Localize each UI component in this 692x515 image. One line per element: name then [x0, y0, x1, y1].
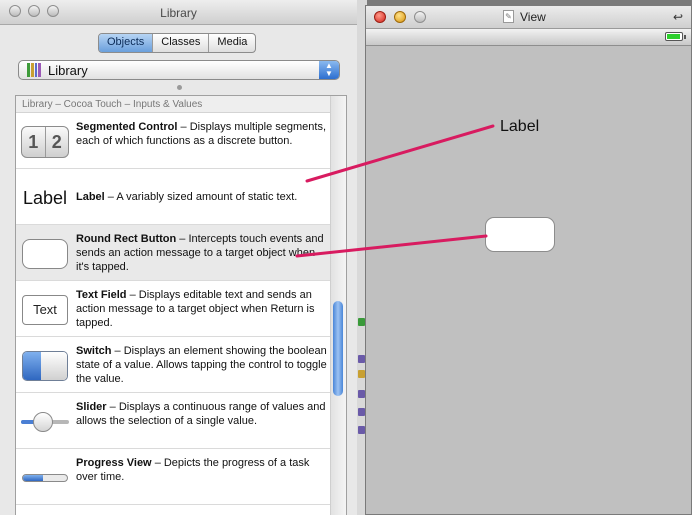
return-arrow-icon[interactable]: ↩ — [673, 10, 683, 24]
list-item-switch[interactable]: Switch – Displays an element showing the… — [16, 337, 346, 393]
background-icon — [358, 408, 365, 416]
library-popup[interactable]: Library ▲ ▼ — [18, 60, 340, 80]
close-button[interactable] — [374, 11, 386, 23]
round-rect-button-icon — [21, 237, 69, 271]
list-item-segmented-control[interactable]: 12 Segmented Control – Displays multiple… — [16, 113, 346, 169]
tab-objects[interactable]: Objects — [99, 34, 153, 52]
list-item-text: Segmented Control – Displays multiple se… — [76, 120, 328, 148]
view-title: View — [520, 10, 546, 24]
library-titlebar: Library — [0, 0, 357, 25]
minimize-button[interactable] — [394, 11, 406, 23]
text-field-icon: Text — [21, 293, 69, 327]
canvas-label[interactable]: Label — [500, 118, 539, 136]
item-title: Slider — [76, 401, 107, 413]
background-icon — [358, 390, 365, 398]
scrollbar-thumb[interactable] — [333, 301, 343, 396]
item-title: Switch — [76, 345, 112, 357]
segmented-control-icon: 12 — [21, 125, 69, 159]
list-item-text: Switch – Displays an element showing the… — [76, 344, 328, 386]
progress-view-icon — [21, 461, 69, 495]
label-icon: Label — [22, 187, 68, 208]
library-tab-bar: Objects Classes Media — [98, 33, 257, 53]
library-popup-value: Library — [48, 63, 88, 78]
list-header: Library – Cocoa Touch – Inputs & Values — [16, 96, 346, 113]
list-item-text: Round Rect Button – Intercepts touch eve… — [76, 232, 328, 274]
object-list: Library – Cocoa Touch – Inputs & Values … — [15, 95, 347, 515]
slider-icon — [21, 405, 69, 439]
list-item-slider[interactable]: Slider – Displays a continuous range of … — [16, 393, 346, 449]
tab-media[interactable]: Media — [208, 34, 255, 52]
item-title: Segmented Control — [76, 121, 178, 133]
item-description: – Displays a continuous range of values … — [76, 401, 326, 427]
background-icon — [358, 318, 365, 326]
list-item-progress-view[interactable]: Progress View – Depicts the progress of … — [16, 449, 346, 505]
item-title: Round Rect Button — [76, 233, 177, 245]
view-canvas[interactable]: Label — [366, 46, 691, 514]
splitter-handle[interactable] — [177, 85, 182, 90]
popup-arrows-icon: ▲ ▼ — [319, 61, 339, 79]
list-item-text: Progress View – Depicts the progress of … — [76, 456, 328, 484]
item-title: Label — [76, 191, 105, 203]
item-description: – Displays an element showing the boolea… — [76, 345, 327, 385]
nib-document-icon: ✎ — [503, 10, 514, 23]
library-books-icon — [27, 63, 41, 77]
list-item-text: Slider – Displays a continuous range of … — [76, 400, 328, 428]
list-item-text-field[interactable]: Text Text Field – Displays editable text… — [16, 281, 346, 337]
background-icon — [358, 355, 365, 363]
list-scrollbar[interactable] — [330, 96, 346, 515]
list-item-text: Text Field – Displays editable text and … — [76, 288, 328, 330]
background-icon — [358, 370, 365, 378]
canvas-round-rect-button[interactable] — [485, 217, 555, 252]
tab-classes[interactable]: Classes — [152, 34, 208, 52]
view-titlebar: ✎ View ↩ — [366, 6, 691, 29]
battery-icon — [665, 32, 686, 41]
item-description: – A variably sized amount of static text… — [107, 191, 298, 203]
background-icon — [358, 426, 365, 434]
list-item-text: Label – A variably sized amount of stati… — [76, 190, 328, 204]
list-item-round-rect-button[interactable]: Round Rect Button – Intercepts touch eve… — [16, 225, 346, 281]
item-title: Text Field — [76, 289, 127, 301]
zoom-button[interactable] — [414, 11, 426, 23]
list-item-label[interactable]: Label Label – A variably sized amount of… — [16, 169, 346, 225]
switch-icon — [21, 349, 69, 383]
item-title: Progress View — [76, 457, 152, 469]
library-title: Library — [160, 6, 197, 20]
library-window: Library Objects Classes Media Library ▲ ▼… — [0, 0, 358, 515]
view-window: ✎ View ↩ Label — [365, 5, 692, 515]
simulated-status-bar — [366, 29, 691, 46]
